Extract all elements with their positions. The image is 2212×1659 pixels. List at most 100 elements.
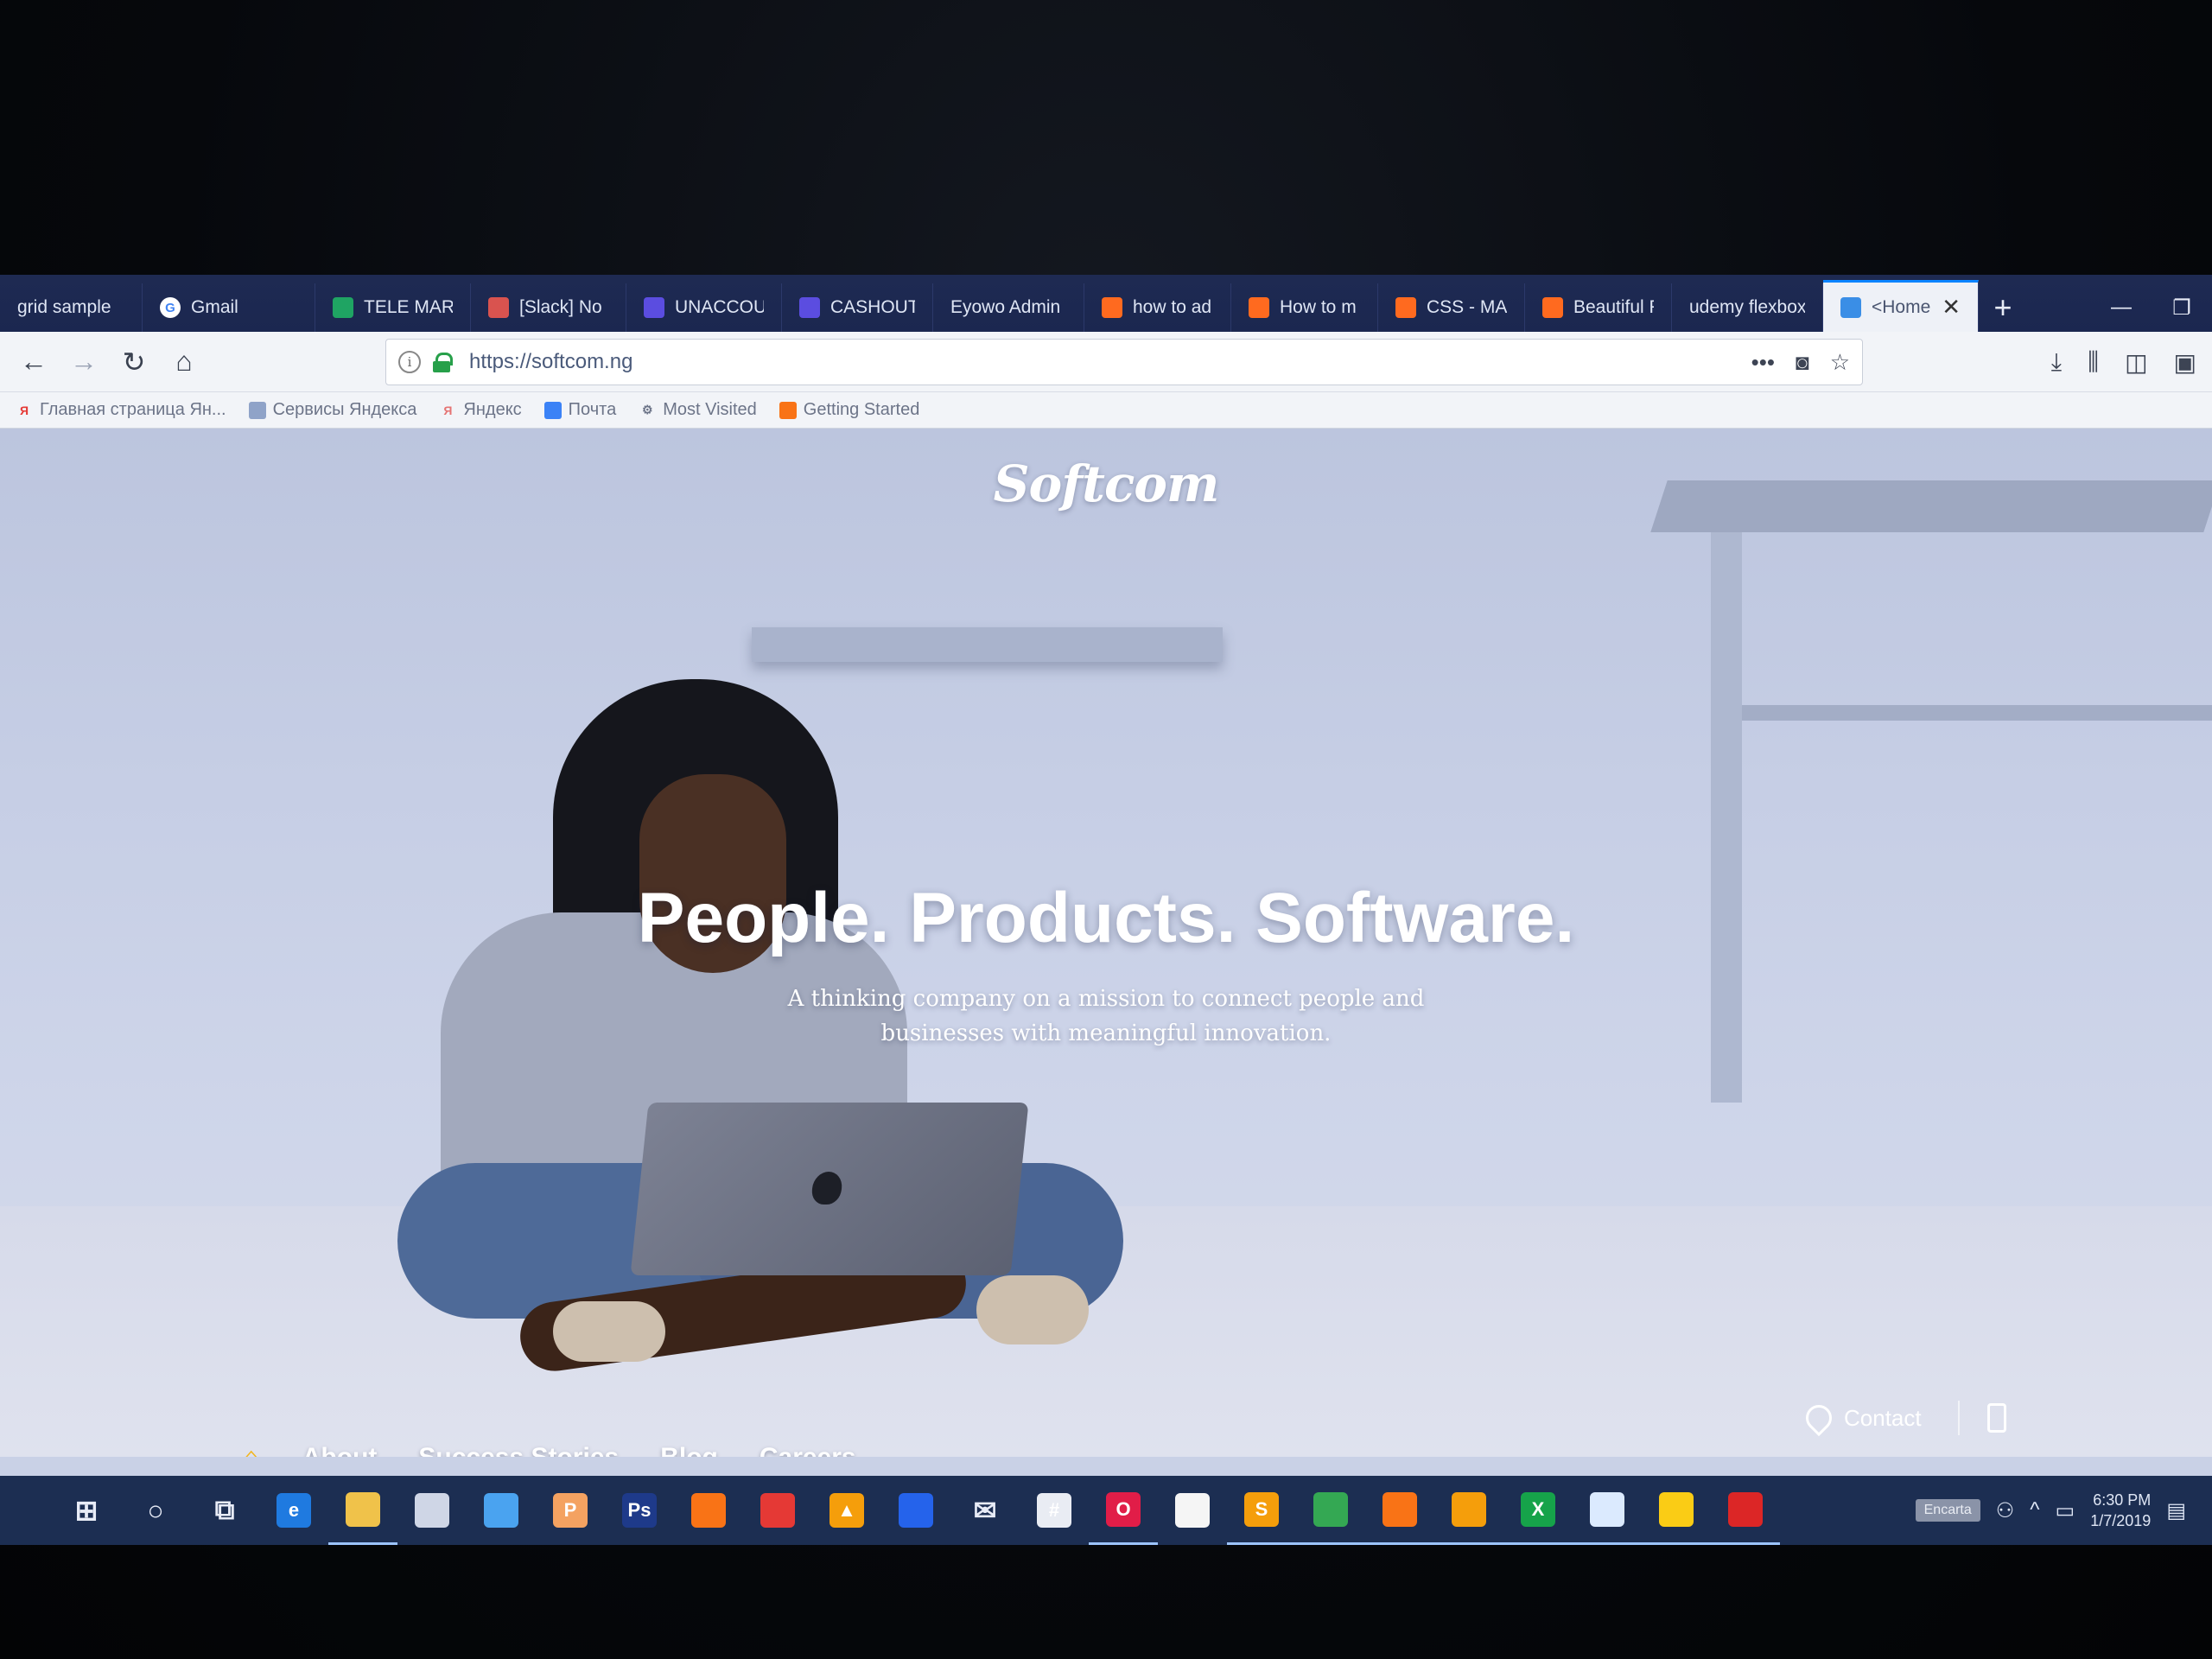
- excel-icon: X: [1521, 1491, 1555, 1527]
- taskbar-button[interactable]: ⊞: [52, 1476, 121, 1545]
- close-tab-icon[interactable]: ✕: [1942, 294, 1961, 321]
- taskbar-button[interactable]: ⧉: [190, 1476, 259, 1545]
- apple-logo-icon: [810, 1172, 844, 1205]
- hero-shelf: [752, 627, 1223, 662]
- tab-active[interactable]: <Home ✕: [1823, 280, 1979, 332]
- taskbar-button[interactable]: [743, 1476, 812, 1545]
- form-icon: [644, 297, 664, 318]
- bookmark-item[interactable]: Почта: [543, 400, 616, 420]
- show-hidden-icons[interactable]: ^: [2030, 1498, 2039, 1522]
- firefox-running-icon: [1382, 1491, 1417, 1527]
- taskbar-button[interactable]: [1434, 1476, 1503, 1545]
- tab-strip: grid sample G Gmail TELE MAR [Slack] No UNACC…: [0, 275, 2212, 332]
- bookmark-star-icon[interactable]: ☆: [1830, 349, 1850, 376]
- taskbar-button[interactable]: [881, 1476, 950, 1545]
- tab-label: CASHOUT: [830, 297, 915, 317]
- divider: [1957, 1401, 1960, 1435]
- tab-2[interactable]: G Gmail: [143, 283, 315, 332]
- bookmark-item[interactable]: Сервисы Яндекса: [248, 400, 416, 420]
- taskbar-button[interactable]: [328, 1476, 397, 1545]
- clock-time: 6:30 PM: [2093, 1491, 2152, 1509]
- tab-10[interactable]: CSS - MAS: [1378, 283, 1525, 332]
- taskbar-button[interactable]: X: [1503, 1476, 1573, 1545]
- tab-5[interactable]: UNACCOU: [626, 283, 782, 332]
- contact-link[interactable]: Contact: [1844, 1405, 1922, 1432]
- url-bar[interactable]: i https://softcom.ng ••• ◙ ☆: [385, 339, 1863, 385]
- battery-icon[interactable]: ▭: [2056, 1498, 2075, 1523]
- clock-date: 1/7/2019: [2090, 1512, 2152, 1529]
- bookmark-item[interactable]: Getting Started: [779, 400, 919, 420]
- taskbar-button[interactable]: [1573, 1476, 1642, 1545]
- window-controls: — ❐: [2091, 283, 2212, 332]
- home-icon[interactable]: ⌂: [242, 1440, 261, 1457]
- taskbar-button[interactable]: [1296, 1476, 1365, 1545]
- taskbar-button[interactable]: Ps: [605, 1476, 674, 1545]
- video-icon: [1102, 297, 1122, 318]
- forward-button[interactable]: →: [59, 337, 109, 387]
- ime-indicator[interactable]: Encarta: [1915, 1499, 1980, 1522]
- tab-1[interactable]: grid sample: [0, 283, 143, 332]
- bookmark-item[interactable]: Я Яндекс: [439, 400, 521, 420]
- notifications-icon[interactable]: ▤: [2166, 1498, 2186, 1523]
- taskbar-button[interactable]: [1365, 1476, 1434, 1545]
- minimize-icon[interactable]: —: [2091, 283, 2152, 332]
- taskbar-button[interactable]: P: [536, 1476, 605, 1545]
- bookmark-item[interactable]: Я Главная страница Ян...: [16, 400, 226, 420]
- tab-6[interactable]: CASHOUT: [782, 283, 933, 332]
- taskbar-button[interactable]: #: [1020, 1476, 1089, 1545]
- screenshot-icon[interactable]: ▣: [2174, 348, 2196, 377]
- location-pin-icon[interactable]: [1800, 1399, 1838, 1437]
- tab-7[interactable]: Eyowo Admin: [933, 283, 1084, 332]
- restore-icon[interactable]: ❐: [2152, 283, 2212, 332]
- bookmark-item[interactable]: ⚙ Most Visited: [639, 400, 757, 420]
- sidebar-icon[interactable]: ◫: [2125, 348, 2147, 377]
- info-icon[interactable]: i: [398, 351, 421, 373]
- site-logo[interactable]: Softcom: [0, 454, 2212, 513]
- tab-label: CSS - MAS: [1427, 297, 1507, 317]
- tab-9[interactable]: How to m: [1231, 283, 1378, 332]
- nav-careers[interactable]: Careers: [760, 1443, 856, 1457]
- mail-icon: [543, 401, 562, 419]
- tab-11[interactable]: Beautiful F: [1525, 283, 1672, 332]
- tab-label: Beautiful F: [1573, 297, 1654, 317]
- clock[interactable]: 6:30 PM 1/7/2019: [2090, 1490, 2151, 1531]
- laptop-image: [630, 1103, 1029, 1275]
- people-icon[interactable]: ⚇: [1996, 1498, 2015, 1523]
- tab-label: Gmail: [191, 297, 238, 317]
- url-actions: ••• ◙ ☆: [1751, 349, 1850, 376]
- pocket-icon[interactable]: ◙: [1796, 349, 1809, 376]
- taskbar-button[interactable]: [1642, 1476, 1711, 1545]
- library-icon[interactable]: ⫼: [2088, 348, 2099, 377]
- tab-label: udemy flexbox: [1689, 297, 1805, 317]
- tab-4[interactable]: [Slack] No: [471, 283, 626, 332]
- chrome-icon: [1313, 1491, 1348, 1527]
- reload-button[interactable]: ↻: [109, 337, 159, 387]
- nav-success-stories[interactable]: Success Stories: [418, 1443, 619, 1457]
- app-active-icon: [1452, 1491, 1486, 1527]
- tab-12[interactable]: udemy flexbox: [1672, 283, 1823, 332]
- tab-8[interactable]: how to ad: [1084, 283, 1231, 332]
- taskbar-button[interactable]: ✉: [950, 1476, 1020, 1545]
- phone-icon[interactable]: [1986, 1403, 2006, 1433]
- taskbar-button[interactable]: S: [1227, 1476, 1296, 1545]
- tab-3[interactable]: TELE MAR: [315, 283, 471, 332]
- page-actions-button[interactable]: •••: [1751, 349, 1775, 376]
- home-button[interactable]: ⌂: [159, 337, 209, 387]
- nav-blog[interactable]: Blog: [660, 1443, 718, 1457]
- back-button[interactable]: ←: [9, 337, 59, 387]
- taskbar-button[interactable]: [397, 1476, 467, 1545]
- nav-about[interactable]: About: [302, 1443, 378, 1457]
- taskbar-button[interactable]: ○: [121, 1476, 190, 1545]
- store-icon: [415, 1493, 449, 1528]
- url-text[interactable]: https://softcom.ng: [469, 350, 632, 374]
- taskbar-button[interactable]: [467, 1476, 536, 1545]
- taskbar-button[interactable]: O: [1089, 1476, 1158, 1545]
- taskbar-button[interactable]: [674, 1476, 743, 1545]
- download-icon[interactable]: ⤓: [2051, 348, 2062, 377]
- taskbar-button[interactable]: ▲: [812, 1476, 881, 1545]
- new-tab-button[interactable]: +: [1979, 283, 2027, 332]
- taskbar-button[interactable]: [1711, 1476, 1780, 1545]
- taskbar-button[interactable]: [1158, 1476, 1227, 1545]
- chat-icon: [1590, 1491, 1624, 1527]
- taskbar-button[interactable]: e: [259, 1476, 328, 1545]
